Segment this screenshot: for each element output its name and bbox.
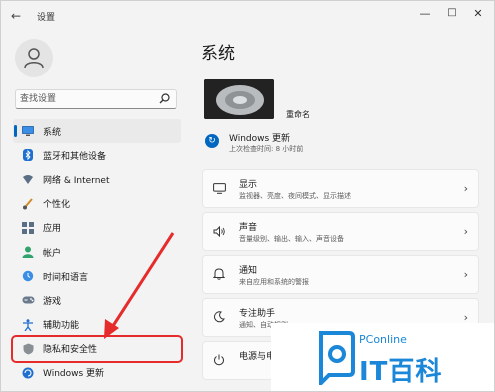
person-icon: [24, 48, 44, 69]
monitor-icon: [21, 124, 35, 138]
pconline-watermark: PConline IT百科: [271, 323, 494, 391]
person-icon: [21, 245, 35, 259]
sidebar-item-apps[interactable]: 应用: [13, 216, 181, 240]
watermark-brand-top: PConline: [359, 333, 407, 346]
sidebar-item-accounts[interactable]: 帐户: [13, 240, 181, 264]
chevron-right-icon: ›: [463, 182, 468, 195]
card-subtitle: 监视器、亮度、夜间模式、显示描述: [239, 192, 351, 200]
title-bar: ← 设置 — □ ✕: [1, 1, 494, 31]
sidebar-item-privacy-security[interactable]: 隐私和安全性: [11, 334, 183, 363]
card-title: 专注助手: [239, 309, 276, 319]
sidebar-item-personalization[interactable]: 个性化: [13, 192, 181, 216]
sidebar-item-label: 蓝牙和其他设备: [43, 151, 107, 162]
card-display[interactable]: 显示 监视器、亮度、夜间模式、显示描述 ›: [202, 169, 479, 208]
watermark-brand-main: IT百科: [359, 357, 443, 387]
sidebar-item-label: 系统: [43, 127, 62, 138]
device-wallpaper-thumbnail: [204, 79, 274, 119]
sidebar-item-label: 个性化: [43, 200, 71, 211]
sidebar-item-label: Windows 更新: [43, 369, 105, 380]
maximize-icon[interactable]: □: [442, 7, 462, 18]
sidebar-item-windows-update[interactable]: Windows 更新: [13, 361, 181, 385]
sidebar-item-label: 网络 & Internet: [43, 175, 110, 186]
wifi-icon: [21, 172, 35, 186]
card-title: 通知: [239, 266, 258, 276]
wallpaper-image: [204, 79, 274, 119]
update-icon: [21, 366, 35, 380]
card-subtitle: 音量级别、输出、输入、声音设备: [239, 235, 344, 243]
sidebar-item-accessibility[interactable]: 辅助功能: [13, 313, 181, 337]
avatar[interactable]: [15, 39, 53, 77]
shield-icon: [21, 342, 35, 356]
update-subtitle: 上次检查时间: 8 小时前: [229, 145, 304, 153]
sidebar-item-label: 应用: [43, 224, 62, 235]
minimize-icon[interactable]: —: [415, 7, 435, 20]
search-icon: [159, 93, 170, 104]
card-notifications[interactable]: 通知 来自应用和系统的警报 ›: [202, 255, 479, 294]
sidebar-item-label: 隐私和安全性: [43, 345, 98, 356]
bluetooth-icon: [21, 148, 35, 162]
card-sound[interactable]: 声音 音量级别、输出、输入、声音设备 ›: [202, 212, 479, 251]
sidebar-item-time-language[interactable]: 时间和语言: [13, 264, 181, 288]
brush-icon: [21, 197, 35, 211]
sidebar-item-gaming[interactable]: 游戏: [13, 288, 181, 312]
power-icon: [212, 353, 226, 367]
card-title: 声音: [239, 223, 258, 233]
back-button[interactable]: ←: [11, 9, 21, 23]
update-title: Windows 更新: [229, 134, 291, 144]
card-title: 显示: [239, 180, 258, 190]
sidebar-item-system[interactable]: 系统: [13, 119, 181, 144]
speaker-icon: [212, 224, 226, 238]
update-icon: ↻: [205, 134, 219, 148]
search-box[interactable]: [15, 89, 177, 109]
page-title: 系统: [201, 44, 235, 64]
sidebar-item-network[interactable]: 网络 & Internet: [13, 167, 181, 191]
close-icon[interactable]: ✕: [468, 7, 488, 20]
gamepad-icon: [21, 293, 35, 307]
bell-icon: [212, 267, 226, 281]
sidebar-item-label: 游戏: [43, 296, 62, 307]
selection-indicator: [14, 125, 17, 137]
settings-window: ← 设置 — □ ✕ 系统 蓝牙和其他设备: [0, 0, 495, 392]
pconline-logo: [319, 331, 355, 385]
sidebar-item-label: 辅助功能: [43, 321, 80, 332]
globe-clock-icon: [21, 269, 35, 283]
sidebar-item-label: 时间和语言: [43, 272, 89, 283]
display-icon: [212, 181, 226, 195]
sidebar-item-bluetooth[interactable]: 蓝牙和其他设备: [13, 143, 181, 167]
apps-icon: [21, 221, 35, 235]
chevron-right-icon: ›: [463, 225, 468, 238]
rename-link[interactable]: 重命名: [286, 109, 310, 120]
window-title: 设置: [37, 13, 56, 23]
sidebar-nav: 系统 蓝牙和其他设备 网络 & Internet 个性化 应用 帐户 时间和语言…: [11, 119, 183, 385]
sidebar-item-label: 帐户: [43, 248, 62, 259]
card-subtitle: 来自应用和系统的警报: [239, 278, 309, 286]
accessibility-icon: [21, 318, 35, 332]
moon-icon: [212, 310, 226, 324]
search-input[interactable]: [20, 92, 155, 106]
windows-update-status[interactable]: ↻ Windows 更新 上次检查时间: 8 小时前: [205, 131, 355, 157]
chevron-right-icon: ›: [463, 268, 468, 281]
